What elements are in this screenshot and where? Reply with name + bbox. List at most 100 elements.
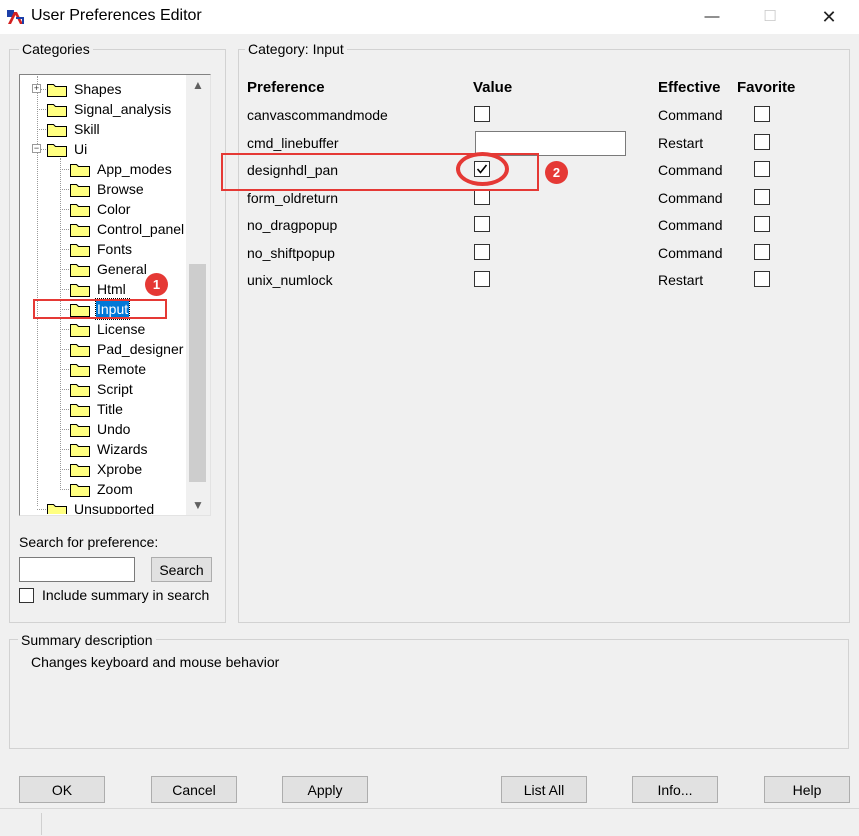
preference-name: no_shiftpopup [247,244,335,261]
close-button[interactable]: ✕ [800,0,858,34]
tree-line [60,349,69,350]
include-summary-label: Include summary in search [42,587,210,603]
tree-line [37,76,38,506]
title-bar: User Preferences Editor — ☐ ✕ [0,0,859,34]
folder-icon [47,124,67,137]
tree-item-label: Unsupported [74,501,155,514]
column-header-favorite: Favorite [737,79,796,96]
tree-line [60,209,69,210]
summary-title: Summary description [18,632,156,648]
favorite-checkbox[interactable] [754,188,770,205]
favorite-checkbox[interactable] [754,271,770,287]
favorite-checkbox[interactable] [754,216,770,232]
folder-icon [70,324,90,337]
tree-item-label: Html [97,281,126,297]
scroll-up-button[interactable]: ▲ [186,75,210,95]
folder-icon [70,164,90,177]
category-tree-items: Shapes + Signal_analysis Skill Ui − App_modes B… [21,76,189,514]
tree-item-label: Zoom [97,481,133,497]
folder-icon [70,184,90,197]
preference-name: no_dragpopup [247,217,338,233]
cancel-button[interactable]: Cancel [151,776,237,803]
annotation-badge-1: 1 [145,273,168,296]
annotation-highlight-input [33,299,167,319]
preference-value-checkbox[interactable] [474,271,490,287]
allegro-app-icon [6,8,24,26]
preference-value-checkbox[interactable] [474,216,490,232]
summary-text: Changes keyboard and mouse behavior [31,654,280,670]
preference-name: form_oldreturn [247,189,339,206]
tree-line [60,429,69,430]
tree-line [60,449,69,450]
tree-line [60,369,69,370]
tree-line [60,169,69,170]
favorite-checkbox[interactable] [754,161,770,177]
tree-line [60,249,69,250]
column-header-effective: Effective [658,79,721,96]
tree-item-label: Control_panel [97,221,185,237]
folder-icon [70,284,90,297]
search-button[interactable]: Search [151,557,212,582]
tree-line [60,158,61,490]
search-label: Search for preference: [19,534,159,550]
scroll-down-button[interactable]: ▼ [186,495,210,515]
folder-icon [70,464,90,477]
tree-line [60,229,69,230]
apply-button[interactable]: Apply [282,776,368,803]
preference-value-checkbox[interactable] [474,243,490,260]
effective-label: Command [658,162,723,178]
tree-item-label: Undo [97,421,131,437]
tree-item-label: Title [97,401,123,417]
tree-item-label: Signal_analysis [74,101,172,117]
categories-title: Categories [19,41,93,57]
info-button[interactable]: Info... [632,776,718,803]
category-tree[interactable]: Shapes + Signal_analysis Skill Ui − App_modes B… [19,74,211,516]
folder-icon [70,424,90,437]
help-button[interactable]: Help [764,776,850,803]
tree-line [60,289,69,290]
ok-button[interactable]: OK [19,776,105,803]
tree-line [60,269,69,270]
folder-icon [70,224,90,237]
tree-item-label: Ui [74,141,88,157]
tree-line [37,109,46,110]
tree-item-label: Skill [74,121,100,137]
column-header-value: Value [473,79,513,96]
effective-label: Restart [658,272,704,288]
tree-item-label: Remote [97,361,147,377]
tree-item-label: Script [97,381,133,397]
effective-label: Command [658,107,723,123]
preference-name: unix_numlock [247,272,333,288]
annotation-badge-2: 2 [545,161,568,184]
folder-icon [70,264,90,277]
tree-item-label: Wizards [97,441,148,457]
tree-line [37,509,46,510]
favorite-checkbox[interactable] [754,133,770,150]
folder-icon [70,364,90,377]
effective-label: Command [658,244,723,261]
tree-item-label: App_modes [97,161,172,177]
tree-item-label: License [97,321,146,337]
tree-item-label: Browse [97,181,144,197]
favorite-checkbox[interactable] [754,243,770,260]
tree-scrollbar[interactable]: ▲ ▼ [186,75,210,515]
include-summary-checkbox[interactable] [19,588,34,603]
folder-icon [70,404,90,417]
collapse-icon[interactable]: − [32,144,41,153]
tree-item-label: Pad_designer [97,341,184,357]
list-all-button[interactable]: List All [501,776,587,803]
minimize-button[interactable]: — [683,0,741,34]
search-input[interactable] [19,557,135,582]
folder-icon [47,504,67,514]
scroll-thumb[interactable] [189,264,206,482]
preference-value-input[interactable] [475,130,626,156]
expand-icon[interactable]: + [32,84,41,93]
folder-icon [70,384,90,397]
favorite-checkbox[interactable] [754,106,770,122]
preference-value-checkbox[interactable] [474,106,490,122]
window-title: User Preferences Editor [31,7,202,24]
tree-line [60,409,69,410]
maximize-button[interactable]: ☐ [741,0,799,34]
tree-line [60,489,69,490]
folder-icon [47,84,67,97]
